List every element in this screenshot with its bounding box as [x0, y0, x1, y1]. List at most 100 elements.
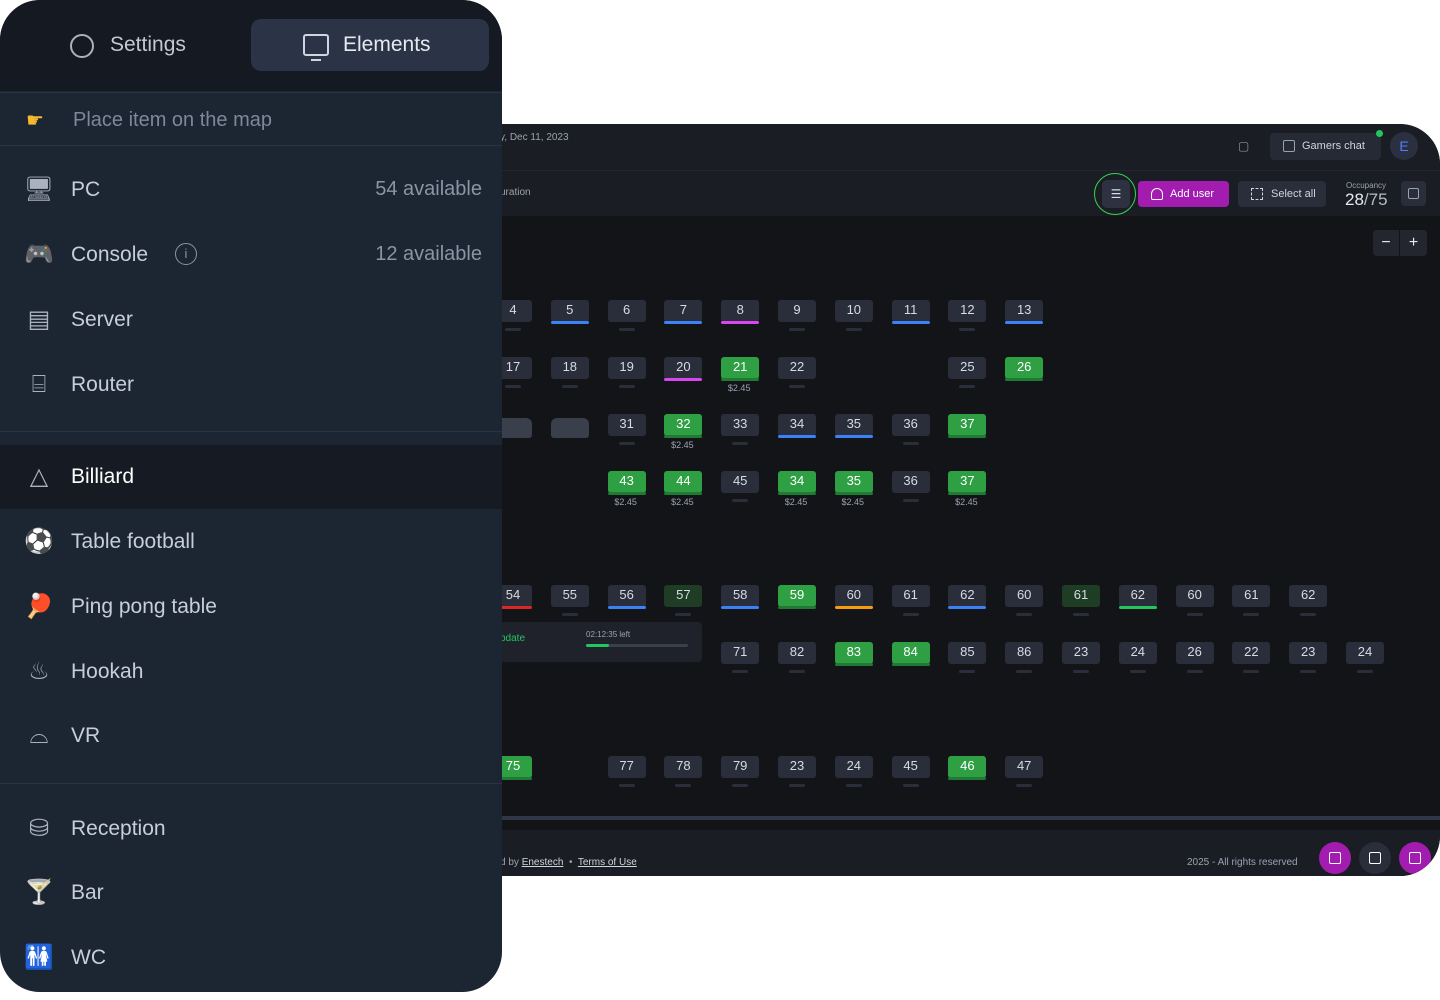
seat-tile[interactable]: 9 [778, 300, 816, 322]
seat-tile[interactable]: 57 [664, 585, 703, 607]
seat-tile[interactable]: 5 [550, 300, 589, 324]
football-icon: ⚽ [24, 528, 54, 555]
seat-tile[interactable]: 23 [1289, 642, 1328, 664]
footer-action-button[interactable] [1319, 842, 1351, 874]
seat-tile[interactable]: 37 [948, 414, 987, 438]
seat-tile[interactable]: 59 [778, 585, 816, 609]
sidebar-item-vr[interactable]: ⌓ VR [0, 704, 502, 768]
info-icon[interactable]: i [175, 243, 197, 265]
seat-tile[interactable]: 77 [607, 756, 646, 778]
seat-tile[interactable]: 46 [948, 756, 987, 780]
seat-tile[interactable]: 20 [664, 357, 703, 381]
seat-tile[interactable]: 19 [607, 357, 646, 379]
sidebar-item-server[interactable]: ▤ Server [0, 288, 502, 352]
sidebar-item-wc[interactable]: 🚻 WC [0, 926, 502, 990]
seat-tile[interactable]: 34 [778, 471, 816, 495]
horizontal-scrollbar[interactable] [420, 816, 1440, 820]
seat-tile[interactable]: 22 [778, 357, 816, 379]
seat-tile[interactable]: 62 [1289, 585, 1328, 607]
seat-tile[interactable]: 33 [721, 414, 760, 436]
sofa-shape[interactable] [551, 418, 589, 438]
zoom-in-button[interactable]: + [1400, 230, 1427, 256]
expand-button[interactable] [1401, 181, 1426, 206]
seat-tile[interactable]: 23 [1062, 642, 1100, 664]
add-user-button[interactable]: Add user [1138, 181, 1229, 207]
seat-tile[interactable]: 32 [664, 414, 703, 438]
seat-tile[interactable]: 71 [721, 642, 760, 664]
seat-tile[interactable]: 82 [778, 642, 816, 664]
seat-tile[interactable]: 83 [834, 642, 873, 666]
seat-tile[interactable]: 6 [607, 300, 646, 322]
seat-tile[interactable]: 22 [1232, 642, 1271, 664]
seat-tile[interactable]: 61 [891, 585, 930, 607]
seat-tile[interactable]: 60 [1005, 585, 1044, 607]
seat-tile[interactable]: 44 [664, 471, 703, 495]
seat-tile[interactable]: 86 [1005, 642, 1044, 664]
seat-tile[interactable]: 10 [834, 300, 873, 322]
seat-tile[interactable]: 11 [891, 300, 930, 324]
footer-action-button[interactable] [1399, 842, 1431, 874]
seat-tile[interactable]: 35 [834, 414, 873, 438]
seat-tile[interactable]: 56 [607, 585, 646, 609]
sidebar-item-console[interactable]: 🎮 Console i 12 available [0, 223, 502, 287]
seat-tile[interactable]: 23 [778, 756, 816, 778]
seat-tile[interactable]: 47 [1005, 756, 1044, 778]
seat-tile[interactable]: 79 [721, 756, 760, 778]
server-icon: ▤ [27, 306, 51, 333]
seat-tile[interactable]: 37 [948, 471, 987, 495]
tab-elements[interactable]: Elements [251, 19, 489, 71]
seat-tile[interactable]: 21 [721, 357, 760, 381]
seat-tile[interactable]: 26 [1005, 357, 1044, 381]
seat-tile[interactable]: 60 [834, 585, 873, 609]
select-all-button[interactable]: Select all [1238, 181, 1326, 207]
terms-link[interactable]: Terms of Use [578, 857, 637, 868]
seat-indicator [618, 385, 635, 388]
seat-tile[interactable]: 31 [607, 414, 646, 436]
seat-tile[interactable]: 61 [1232, 585, 1271, 607]
seat-tile[interactable]: 62 [1118, 585, 1157, 609]
update-link[interactable]: pdate [500, 633, 525, 644]
seat-tile[interactable]: 45 [891, 756, 930, 778]
seat-tile[interactable]: 62 [948, 585, 987, 609]
seat-tile[interactable]: 13 [1005, 300, 1044, 324]
seat-tile[interactable]: 36 [891, 414, 930, 436]
sidebar-item-router[interactable]: ⌸ Router [0, 353, 502, 417]
sidebar-item-table-football[interactable]: ⚽ Table football [0, 510, 502, 574]
company-link[interactable]: Enestech [522, 857, 564, 868]
tab-settings[interactable]: Settings [20, 19, 246, 71]
seat-tile[interactable]: 85 [948, 642, 987, 664]
sidebar-item-hookah[interactable]: ♨ Hookah [0, 640, 502, 704]
seat-tile[interactable]: 8 [721, 300, 760, 324]
seat-tile[interactable]: 36 [891, 471, 930, 493]
avatar[interactable]: E [1390, 132, 1418, 160]
seat-tile[interactable]: 61 [1062, 585, 1100, 607]
seat-tile[interactable]: 24 [1118, 642, 1157, 664]
seat-tile[interactable]: 7 [664, 300, 703, 324]
seat-tile[interactable]: 35 [834, 471, 873, 495]
sidebar-item-reception[interactable]: ⛁ Reception [0, 797, 502, 861]
seat-tile[interactable]: 45 [721, 471, 760, 493]
seat-tile[interactable]: 26 [1175, 642, 1214, 664]
seat-tile[interactable]: 24 [1346, 642, 1384, 664]
seat-tile[interactable]: 58 [721, 585, 760, 609]
seat-tile[interactable]: 24 [834, 756, 873, 778]
zoom-out-button[interactable]: − [1373, 230, 1400, 256]
seat-tile[interactable]: 25 [948, 357, 987, 379]
seat-tile[interactable]: 60 [1175, 585, 1214, 607]
list-view-button[interactable]: ☰ [1102, 180, 1130, 208]
seat-tile[interactable]: 55 [550, 585, 589, 607]
sidebar-item-ping-pong[interactable]: 🏓 Ping pong table [0, 575, 502, 639]
seat-tile[interactable]: 12 [948, 300, 987, 322]
window-icon[interactable]: ▢ [1238, 139, 1254, 155]
seat-tile[interactable]: 43 [607, 471, 646, 495]
gamers-chat-button[interactable]: Gamers chat [1270, 130, 1383, 160]
seat-tile[interactable]: 78 [664, 756, 703, 778]
sidebar-item-pc[interactable]: 🖥 PC 54 available [0, 158, 502, 222]
sidebar-item-bar[interactable]: 🍸 Bar [0, 861, 502, 925]
time-left-label: 02:12:35 left [586, 630, 631, 639]
sidebar-item-billiard[interactable]: △ Billiard [0, 445, 502, 509]
seat-tile[interactable]: 84 [891, 642, 930, 666]
footer-action-button[interactable] [1359, 842, 1391, 874]
seat-tile[interactable]: 34 [778, 414, 816, 438]
seat-tile[interactable]: 18 [550, 357, 589, 379]
